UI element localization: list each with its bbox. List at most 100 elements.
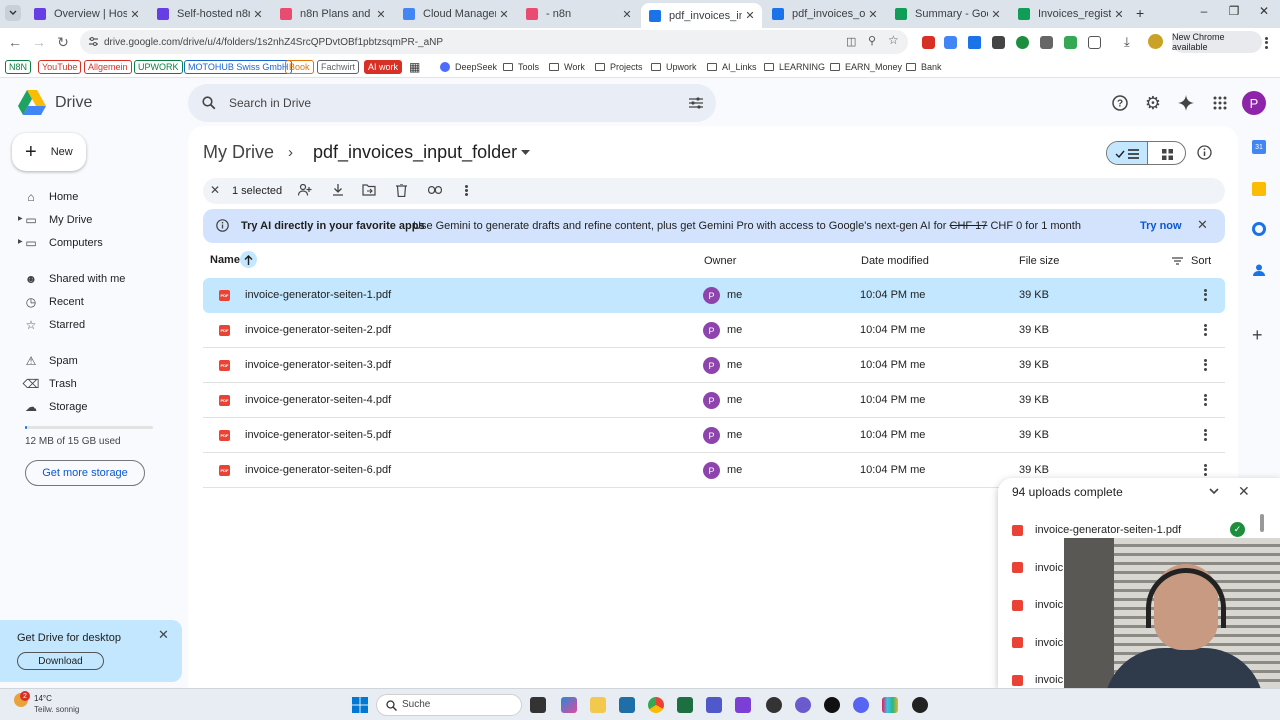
bookmark-item[interactable]: Book — [285, 60, 314, 74]
chrome-menu-icon[interactable] — [1264, 35, 1268, 50]
details-info-icon[interactable] — [1197, 145, 1212, 160]
bookmark-folder[interactable]: Tools — [503, 60, 539, 74]
app-icon[interactable] — [766, 697, 782, 713]
browser-tab[interactable]: - n8n ✕ — [518, 3, 639, 25]
browser-tab[interactable]: Self-hosted n8n | Sec✕ — [149, 3, 270, 25]
settings-gear-icon[interactable]: ⚙ — [1142, 92, 1164, 114]
close-tab-icon[interactable]: ✕ — [496, 8, 512, 21]
get-more-storage-button[interactable]: Get more storage — [25, 460, 145, 486]
column-header-size[interactable]: File size — [1019, 255, 1059, 267]
browser-tab[interactable]: pdf_invoices_output_✕ — [764, 3, 885, 25]
bookmark-folder[interactable]: LEARNING — [764, 60, 825, 74]
bookmark-folder[interactable]: Upwork — [651, 60, 697, 74]
sidebar-item-computers[interactable]: ▭ Computers ▶ — [18, 233, 103, 253]
more-actions-icon[interactable] — [1199, 427, 1211, 444]
sort-button[interactable]: Sort — [1172, 255, 1211, 267]
try-now-button[interactable]: Try now — [1140, 220, 1182, 232]
site-info-icon[interactable] — [88, 36, 99, 47]
sidebar-item-home[interactable]: ⌂ Home — [24, 187, 78, 207]
bookmark-folder[interactable]: Work — [549, 60, 585, 74]
slack-icon[interactable] — [882, 697, 898, 713]
sidebar-item-recent[interactable]: ◷ Recent — [24, 292, 84, 312]
extension-icon[interactable] — [1064, 36, 1077, 49]
expand-caret-icon[interactable]: ▶ — [18, 215, 23, 222]
taskbar-search[interactable]: Suche — [376, 694, 522, 716]
file-name[interactable]: invoice-generator-seiten-2.pdf — [245, 324, 391, 336]
reload-button[interactable]: ↻ — [54, 33, 72, 51]
upload-item[interactable]: invoic — [1012, 560, 1063, 576]
list-view-button[interactable] — [1107, 142, 1147, 164]
drive-logo[interactable]: Drive — [18, 90, 92, 115]
back-button[interactable]: ← — [6, 33, 24, 51]
upwork-icon[interactable] — [824, 697, 840, 713]
excel-icon[interactable] — [677, 697, 693, 713]
clear-selection-icon[interactable]: ✕ — [210, 183, 220, 197]
maximize-button[interactable]: ❐ — [1224, 4, 1244, 22]
download-icon[interactable] — [332, 184, 344, 196]
download-drive-button[interactable]: Download — [17, 652, 104, 670]
extension-icon[interactable] — [1040, 36, 1053, 49]
tab-search-button[interactable] — [5, 5, 21, 21]
close-banner-icon[interactable]: ✕ — [1197, 217, 1208, 233]
more-actions-icon[interactable] — [1199, 462, 1211, 479]
more-actions-icon[interactable] — [464, 184, 468, 197]
close-tab-icon[interactable]: ✕ — [988, 8, 1004, 21]
download-icon[interactable]: ⤓ — [1124, 34, 1130, 50]
search-input[interactable]: Search in Drive — [229, 96, 311, 110]
extension-icon[interactable] — [944, 36, 957, 49]
upload-item[interactable]: invoice-generator-seiten-1.pdf ✓ — [1012, 522, 1245, 538]
file-name[interactable]: invoice-generator-seiten-6.pdf — [245, 464, 391, 476]
bookmark-star-icon[interactable]: ☆ — [888, 33, 899, 47]
more-actions-icon[interactable] — [1199, 392, 1211, 409]
address-bar[interactable]: drive.google.com/drive/u/4/folders/1s2nh… — [80, 30, 908, 54]
bookmark-folder[interactable]: Projects — [595, 60, 643, 74]
upload-item[interactable]: invoic — [1012, 672, 1063, 688]
browser-tab[interactable]: pdf_invoices_input_fo✕ — [641, 3, 762, 28]
expand-caret-icon[interactable]: ▶ — [18, 238, 23, 245]
bookmark-item[interactable]: UPWORK — [134, 60, 183, 74]
close-tab-icon[interactable]: ✕ — [865, 8, 881, 21]
new-tab-button[interactable]: + — [1136, 5, 1144, 21]
discord-icon[interactable] — [853, 697, 869, 713]
move-folder-icon[interactable] — [362, 184, 376, 196]
install-app-icon[interactable]: ◫ — [846, 35, 856, 48]
chrome-icon[interactable] — [648, 697, 664, 713]
minimize-button[interactable]: – — [1194, 4, 1214, 22]
copilot-icon[interactable] — [561, 697, 577, 713]
extension-icon[interactable] — [922, 36, 935, 49]
contacts-icon[interactable] — [1252, 263, 1266, 277]
breadcrumb-root[interactable]: My Drive — [203, 142, 274, 163]
gemini-icon[interactable] — [1175, 92, 1197, 114]
help-icon[interactable]: ? — [1109, 92, 1131, 114]
bookmark-item[interactable]: AI work — [364, 60, 403, 74]
extension-icon[interactable] — [1016, 36, 1029, 49]
close-tab-icon[interactable]: ✕ — [250, 8, 266, 21]
extension-icon[interactable] — [992, 36, 1005, 49]
keep-icon[interactable] — [1252, 182, 1266, 196]
bookmark-item[interactable]: DeepSeek — [440, 60, 497, 74]
bookmark-folder[interactable]: EARN_Money — [830, 60, 902, 74]
file-name[interactable]: invoice-generator-seiten-1.pdf — [245, 289, 391, 301]
file-row[interactable]: PDF invoice-generator-seiten-1.pdf Pme 10:0… — [203, 278, 1225, 313]
sidebar-item-storage[interactable]: ☁ Storage — [24, 397, 88, 417]
apps-grid-icon[interactable] — [1209, 92, 1231, 114]
more-actions-icon[interactable] — [1199, 322, 1211, 339]
more-actions-icon[interactable] — [1199, 287, 1211, 304]
browser-tab[interactable]: n8n Plans and Pricing✕ — [272, 3, 393, 25]
file-name[interactable]: invoice-generator-seiten-5.pdf — [245, 429, 391, 441]
profile-avatar[interactable] — [1148, 34, 1163, 49]
browser-tab[interactable]: Invoices_register - G✕ — [1010, 3, 1131, 25]
store-icon[interactable] — [619, 697, 635, 713]
calendar-icon[interactable]: 31 — [1252, 140, 1266, 154]
file-name[interactable]: invoice-generator-seiten-4.pdf — [245, 394, 391, 406]
bookmark-item[interactable]: MOTOHUB Swiss GmbH — [184, 60, 293, 74]
teams-icon[interactable] — [706, 697, 722, 713]
uploads-scrollbar[interactable] — [1260, 514, 1264, 532]
file-row[interactable]: PDF invoice-generator-seiten-4.pdf Pme 10:0… — [203, 383, 1225, 418]
browser-tab[interactable]: Cloud Management✕ — [395, 3, 516, 25]
sort-ascending-icon[interactable] — [240, 251, 257, 268]
browser-tab[interactable]: Overview | Hostinger✕ — [26, 3, 147, 25]
sidebar-item-starred[interactable]: ☆ Starred — [24, 315, 85, 335]
new-chrome-available-button[interactable]: New Chrome available — [1172, 31, 1262, 53]
task-view-icon[interactable] — [530, 697, 546, 713]
